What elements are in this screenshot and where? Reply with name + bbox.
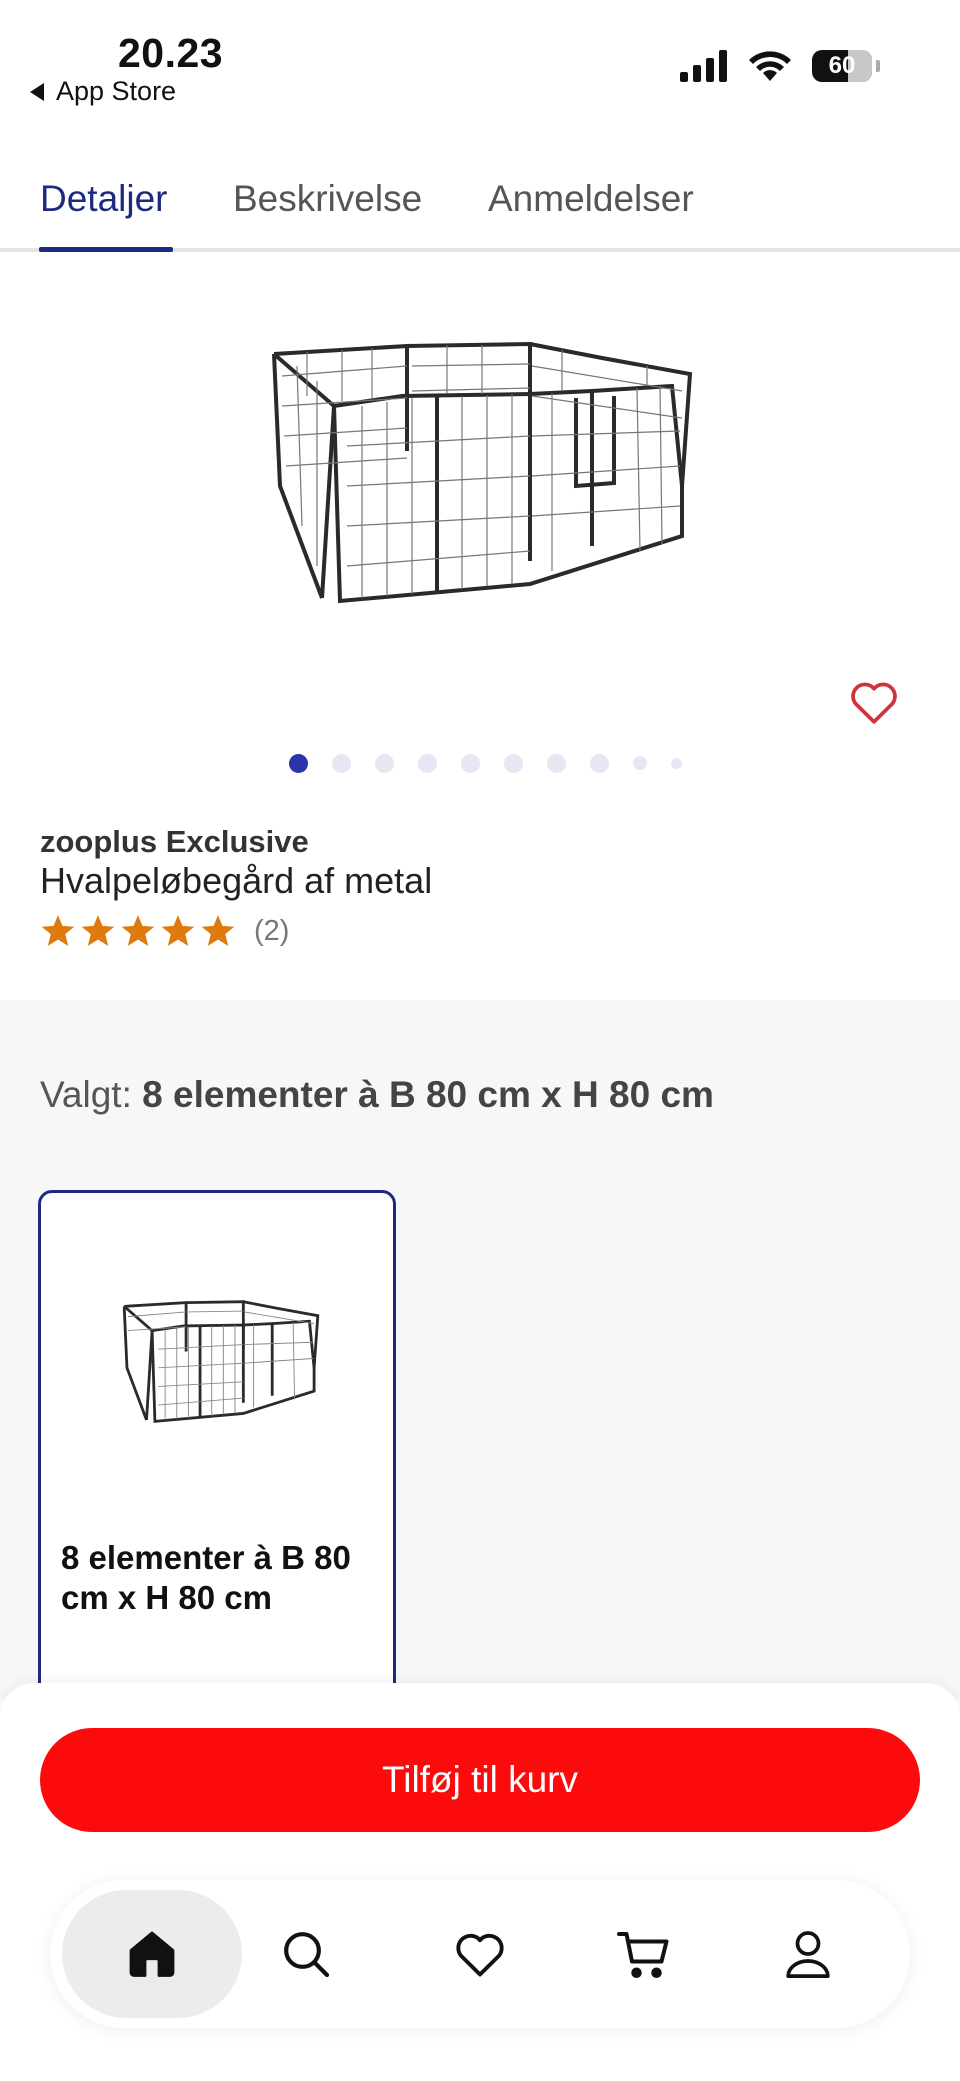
battery-level: 60 — [828, 52, 856, 79]
star-icon — [81, 915, 115, 946]
variant-image — [122, 1300, 320, 1423]
pagination-dot[interactable] — [331, 754, 351, 773]
nav-favorites[interactable] — [390, 1890, 570, 2018]
star-icon — [41, 915, 75, 946]
star-icon — [161, 915, 195, 946]
bottom-action-sheet: Tilføj til kurv — [0, 1683, 960, 2081]
pagination-dot[interactable] — [589, 754, 609, 773]
chosen-variant: Valgt: 8 elementer à B 80 cm x H 80 cm — [40, 1074, 714, 1116]
chosen-prefix: Valgt: — [40, 1074, 132, 1115]
pagination-dot[interactable] — [417, 754, 437, 773]
variant-option-card[interactable]: 8 elementer à B 80 cm x H 80 cm — [38, 1190, 396, 1750]
gallery-pagination — [0, 754, 960, 773]
pagination-dot[interactable] — [632, 756, 647, 770]
pagination-dot[interactable] — [670, 758, 682, 769]
product-gallery[interactable]: zooplus Exclusive Hvalpeløbegård af meta… — [0, 256, 960, 1000]
nav-cart[interactable] — [554, 1890, 734, 2018]
status-bar: 20.23 App Store 60 — [0, 0, 960, 120]
pagination-dot[interactable] — [546, 754, 566, 773]
back-to-app-store[interactable]: App Store — [30, 76, 176, 107]
add-to-cart-button[interactable]: Tilføj til kurv — [40, 1728, 920, 1832]
tab-beskrivelse[interactable]: Beskrivelse — [233, 178, 422, 220]
favorite-button[interactable] — [846, 674, 902, 730]
pagination-dot-active[interactable] — [288, 754, 308, 773]
profile-icon — [786, 1931, 830, 1979]
battery-nub — [876, 60, 880, 72]
product-image — [272, 341, 693, 604]
pagination-dot[interactable] — [460, 754, 480, 773]
tab-detaljer[interactable]: Detaljer — [40, 178, 168, 220]
product-tabs: Detaljer Beskrivelse Anmeldelser — [0, 160, 960, 252]
active-tab-indicator — [39, 247, 173, 252]
status-icons: 60 — [680, 50, 880, 82]
tab-anmeldelser[interactable]: Anmeldelser — [488, 178, 694, 220]
product-brand: zooplus Exclusive — [40, 824, 309, 859]
variant-option-label: 8 elementer à B 80 cm x H 80 cm — [61, 1539, 351, 1616]
home-icon — [129, 1931, 175, 1977]
back-app-label: App Store — [56, 76, 177, 106]
cellular-signal-icon — [680, 50, 727, 82]
product-rating[interactable]: (2) — [40, 914, 289, 948]
search-icon — [284, 1932, 330, 1978]
nav-search[interactable] — [216, 1890, 396, 2018]
rating-count: (2) — [254, 914, 290, 947]
nav-profile[interactable] — [718, 1890, 898, 2018]
rating-stars — [40, 914, 236, 948]
variant-section: Valgt: 8 elementer à B 80 cm x H 80 cm 8… — [0, 1000, 960, 1750]
wifi-icon — [749, 51, 791, 81]
back-arrow-icon — [30, 82, 44, 101]
star-icon — [121, 915, 155, 946]
bottom-navigation — [50, 1880, 910, 2028]
cart-icon — [617, 1932, 669, 1979]
chosen-value: 8 elementer à B 80 cm x H 80 cm — [142, 1074, 714, 1115]
product-title: Hvalpeløbegård af metal — [40, 860, 433, 901]
nav-home[interactable] — [62, 1890, 242, 2018]
status-time: 20.23 — [118, 30, 224, 76]
star-icon — [201, 915, 235, 946]
pagination-dot[interactable] — [374, 754, 394, 773]
battery-icon: 60 — [812, 50, 872, 82]
pagination-dot[interactable] — [503, 754, 523, 773]
heart-outline-icon — [851, 682, 897, 724]
heart-icon — [456, 1933, 504, 1977]
